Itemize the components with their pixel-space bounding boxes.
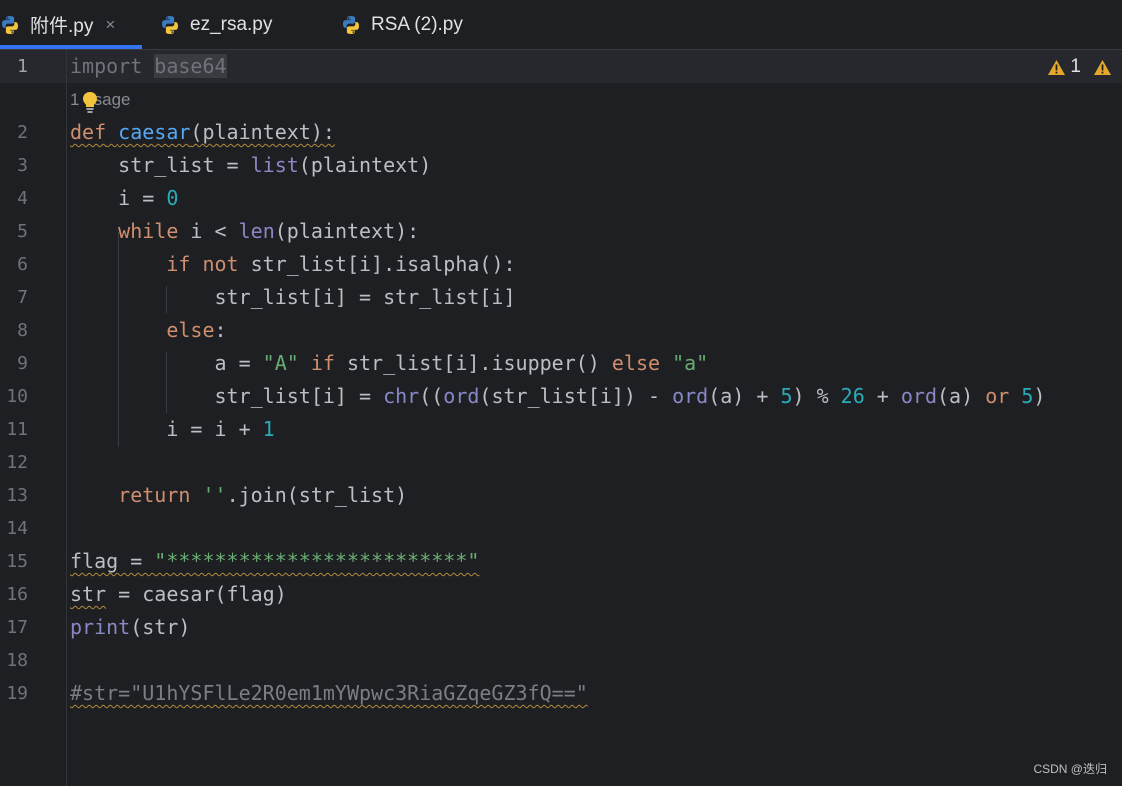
code-text: str_list = list(plaintext) [70, 153, 432, 177]
python-icon [2, 15, 19, 34]
python-icon [162, 15, 178, 34]
code-line[interactable]: 5 while i < len(plaintext): [0, 215, 1122, 248]
tab-label: ez_rsa.py [190, 13, 273, 35]
code-line[interactable]: 16 str = caesar(flag) [0, 578, 1122, 611]
code-line[interactable]: 8 else: [0, 314, 1122, 347]
code-line[interactable]: 17 print(str) [0, 611, 1122, 644]
active-tab-indicator [0, 45, 142, 49]
line-number: 8 [17, 320, 28, 341]
watermark: CSDN @迭归 [1033, 762, 1107, 776]
lightbulb-icon[interactable] [80, 91, 100, 115]
code-line[interactable]: 13 return ''.join(str_list) [0, 479, 1122, 512]
line-number: 1 [17, 56, 28, 77]
code-line[interactable]: 12 [0, 446, 1122, 479]
code-text: i = i + 1 [70, 417, 275, 441]
code-text: flag = "*************************" [70, 549, 480, 573]
tab-attachment-py[interactable]: 附件.py × [0, 0, 142, 49]
code-line[interactable]: 19 #str="U1hYSFlLe2R0em1mYWpwc3RiaGZqeGZ… [0, 677, 1122, 710]
line-number: 14 [6, 518, 28, 539]
line-number: 6 [17, 254, 28, 275]
tab-label: 附件.py [30, 16, 94, 37]
line-number: 11 [6, 419, 28, 440]
code-text: str_list[i] = str_list[i] [70, 285, 516, 309]
usage-inlay-row: 1 usage [0, 83, 1122, 116]
editor-tab-bar: 附件.py × ez_rsa.py RSA (2).py [0, 0, 1122, 50]
line-number: 18 [6, 650, 28, 671]
code-line[interactable]: 4 i = 0 [0, 182, 1122, 215]
code-text: a = "A" if str_list[i].isupper() else "a… [70, 351, 709, 375]
code-line[interactable]: 9 a = "A" if str_list[i].isupper() else … [0, 347, 1122, 380]
code-comment: #str="U1hYSFlLe2R0em1mYWpwc3RiaGZqeGZ3fQ… [70, 681, 588, 705]
line-number: 19 [6, 683, 28, 704]
line-number: 12 [6, 452, 28, 473]
code-text: str_list[i] = chr((ord(str_list[i]) - or… [70, 384, 1046, 408]
line-number: 4 [17, 188, 28, 209]
code-text: if not str_list[i].isalpha(): [166, 252, 516, 276]
line-number: 7 [17, 287, 28, 308]
python-icon [343, 15, 359, 34]
line-number: 10 [6, 386, 28, 407]
tab-ez-rsa-py[interactable]: ez_rsa.py [160, 0, 272, 49]
line-number: 9 [17, 353, 28, 374]
code-text: return ''.join(str_list) [118, 483, 408, 507]
tab-rsa-2-py[interactable]: RSA (2).py [341, 0, 463, 49]
code-line[interactable]: 11 i = i + 1 [0, 413, 1122, 446]
line-number: 15 [6, 551, 28, 572]
code-text: i = 0 [70, 186, 179, 210]
code-text: else: [166, 318, 227, 342]
code-line[interactable]: 3 str_list = list(plaintext) [0, 149, 1122, 182]
code-text: print(str) [70, 615, 191, 639]
line-number: 5 [17, 221, 28, 242]
code-text: while i < len(plaintext): [118, 219, 420, 243]
line-number: 2 [17, 122, 28, 143]
code-text: def caesar(plaintext): [70, 120, 335, 144]
tab-label: RSA (2).py [371, 13, 463, 35]
code-line[interactable]: 1 import base64 [0, 50, 1122, 83]
code-line[interactable]: 2 def caesar(plaintext): [0, 116, 1122, 149]
line-number: 13 [6, 485, 28, 506]
code-line[interactable]: 18 [0, 644, 1122, 677]
code-editor[interactable]: 1 1 import base64 1 usage 2 def caesar(p… [0, 50, 1122, 786]
line-number: 17 [6, 617, 28, 638]
code-text: import base64 [70, 54, 227, 78]
code-line[interactable]: 6 if not str_list[i].isalpha(): [0, 248, 1122, 281]
line-number: 16 [6, 584, 28, 605]
code-text: str = caesar(flag) [70, 582, 287, 606]
close-icon[interactable]: × [105, 15, 115, 35]
line-number: 3 [17, 155, 28, 176]
code-line[interactable]: 7 str_list[i] = str_list[i] [0, 281, 1122, 314]
code-line[interactable]: 10 str_list[i] = chr((ord(str_list[i]) -… [0, 380, 1122, 413]
code-line[interactable]: 15 flag = "*************************" [0, 545, 1122, 578]
code-line[interactable]: 14 [0, 512, 1122, 545]
